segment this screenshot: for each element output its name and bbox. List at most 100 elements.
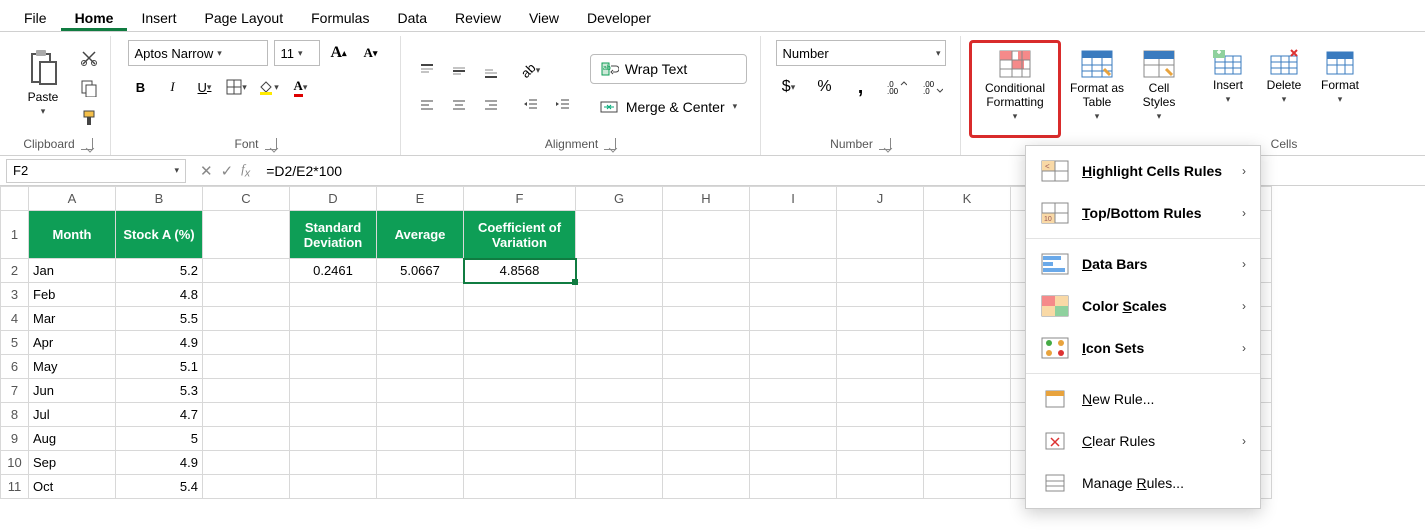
decrease-font-button[interactable]: A▾ (358, 40, 384, 66)
cell[interactable] (663, 355, 750, 379)
col-header[interactable]: A (29, 187, 116, 211)
cell[interactable] (576, 379, 663, 403)
cell[interactable] (837, 403, 924, 427)
col-header[interactable]: B (116, 187, 203, 211)
col-header[interactable]: J (837, 187, 924, 211)
row-header[interactable]: 11 (1, 475, 29, 499)
row-header[interactable]: 3 (1, 283, 29, 307)
cell[interactable]: Sep (29, 451, 116, 475)
cell[interactable]: Jul (29, 403, 116, 427)
cell[interactable] (377, 307, 464, 331)
dialog-launcher[interactable] (604, 138, 616, 150)
cell[interactable] (203, 451, 290, 475)
cell[interactable]: 4.9 (116, 451, 203, 475)
cell[interactable] (290, 427, 377, 451)
cell[interactable]: 5.3 (116, 379, 203, 403)
cell[interactable] (924, 331, 1011, 355)
cell[interactable]: 5.1 (116, 355, 203, 379)
hdr-stocka[interactable]: Stock A (%) (116, 211, 203, 259)
cell[interactable] (203, 427, 290, 451)
cell[interactable] (576, 355, 663, 379)
cell[interactable] (464, 451, 576, 475)
cell[interactable] (924, 475, 1011, 499)
cf-color-scales[interactable]: Color Scales › (1026, 285, 1260, 327)
cell[interactable] (464, 283, 576, 307)
name-box[interactable]: F2 ▾ (6, 159, 186, 183)
cell[interactable] (290, 331, 377, 355)
cell[interactable] (377, 331, 464, 355)
cell[interactable] (377, 427, 464, 451)
cell[interactable] (924, 355, 1011, 379)
row-header[interactable]: 5 (1, 331, 29, 355)
cell[interactable] (750, 403, 837, 427)
cf-icon-sets[interactable]: Icon Sets › (1026, 327, 1260, 369)
cf-clear-rules[interactable]: Clear Rules › (1026, 420, 1260, 462)
cf-manage-rules[interactable]: Manage Rules... (1026, 462, 1260, 504)
cell[interactable] (576, 211, 663, 259)
col-header[interactable]: C (203, 187, 290, 211)
cancel-icon[interactable]: ✕ (200, 162, 213, 180)
cf-highlight-cells-rules[interactable]: < Highlight Cells Rules › (1026, 150, 1260, 192)
cell[interactable] (203, 475, 290, 499)
cell[interactable] (750, 355, 837, 379)
decrease-indent-button[interactable] (518, 92, 544, 118)
cell[interactable] (663, 403, 750, 427)
cell[interactable] (837, 211, 924, 259)
cell[interactable] (663, 427, 750, 451)
tab-review[interactable]: Review (441, 4, 515, 31)
delete-cells-button[interactable]: Delete▾ (1257, 44, 1311, 132)
cell[interactable] (924, 427, 1011, 451)
increase-indent-button[interactable] (550, 92, 576, 118)
align-bottom-button[interactable] (478, 58, 504, 84)
underline-button[interactable]: U ▾ (192, 74, 218, 100)
cell[interactable] (290, 475, 377, 499)
cell[interactable] (290, 451, 377, 475)
cell[interactable] (290, 283, 377, 307)
decrease-decimal-button[interactable]: .00.0 (920, 74, 946, 100)
enter-icon[interactable]: ✓ (221, 162, 234, 180)
cell[interactable] (203, 379, 290, 403)
cell[interactable] (464, 475, 576, 499)
cell[interactable]: 5.4 (116, 475, 203, 499)
cut-button[interactable] (76, 45, 102, 71)
cell[interactable] (924, 403, 1011, 427)
cell[interactable] (377, 475, 464, 499)
cell[interactable] (203, 283, 290, 307)
cell[interactable] (750, 451, 837, 475)
cell[interactable]: Jun (29, 379, 116, 403)
cell[interactable] (203, 211, 290, 259)
align-top-button[interactable] (414, 58, 440, 84)
merge-center-button[interactable]: Merge & Center ▾ (590, 92, 747, 122)
cell[interactable]: 5.5 (116, 307, 203, 331)
cell[interactable] (837, 283, 924, 307)
cell[interactable] (837, 451, 924, 475)
cell[interactable] (837, 307, 924, 331)
cell[interactable] (837, 379, 924, 403)
cell[interactable] (464, 403, 576, 427)
tab-file[interactable]: File (10, 4, 61, 31)
cell[interactable] (837, 259, 924, 283)
cell[interactable] (924, 283, 1011, 307)
format-painter-button[interactable] (76, 105, 102, 131)
copy-button[interactable] (76, 75, 102, 101)
row-header[interactable]: 7 (1, 379, 29, 403)
cell[interactable] (837, 427, 924, 451)
cell[interactable] (203, 331, 290, 355)
cell[interactable]: 5 (116, 427, 203, 451)
cell[interactable] (924, 451, 1011, 475)
col-header[interactable]: G (576, 187, 663, 211)
row-header[interactable]: 9 (1, 427, 29, 451)
paste-button[interactable]: Paste ▾ (14, 44, 72, 132)
cell[interactable]: May (29, 355, 116, 379)
dialog-launcher[interactable] (81, 138, 93, 150)
cell[interactable] (290, 379, 377, 403)
cell[interactable]: 0.2461 (290, 259, 377, 283)
col-header[interactable]: D (290, 187, 377, 211)
cell[interactable] (377, 379, 464, 403)
cell[interactable] (576, 307, 663, 331)
comma-button[interactable]: , (848, 74, 874, 100)
col-header[interactable]: I (750, 187, 837, 211)
currency-button[interactable]: $ ▾ (776, 74, 802, 100)
row-header[interactable]: 10 (1, 451, 29, 475)
cell[interactable] (464, 331, 576, 355)
